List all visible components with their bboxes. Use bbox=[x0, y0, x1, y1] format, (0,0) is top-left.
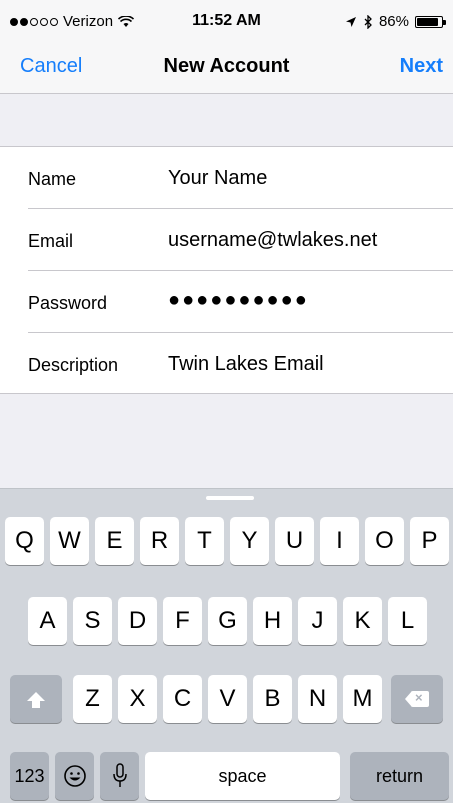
key-g[interactable]: G bbox=[208, 597, 247, 645]
key-i[interactable]: I bbox=[320, 517, 359, 565]
email-label: Email bbox=[28, 231, 74, 251]
key-p[interactable]: P bbox=[410, 517, 449, 565]
space-key[interactable]: space bbox=[145, 752, 340, 800]
status-right: 86% bbox=[345, 13, 446, 30]
key-z[interactable]: Z bbox=[73, 675, 112, 723]
key-u[interactable]: U bbox=[275, 517, 314, 565]
bluetooth-icon bbox=[364, 14, 372, 29]
keyboard: Q W E R T Y U I O P A S D F G H J K L Z … bbox=[0, 488, 453, 803]
key-h[interactable]: H bbox=[253, 597, 292, 645]
password-label: Password bbox=[28, 293, 108, 313]
navigation-bar: Cancel New Account Next bbox=[0, 40, 453, 94]
key-k[interactable]: K bbox=[343, 597, 382, 645]
key-t[interactable]: T bbox=[185, 517, 224, 565]
dictation-key[interactable] bbox=[100, 752, 139, 800]
shift-key[interactable] bbox=[10, 675, 62, 723]
description-field[interactable]: Twin Lakes Email bbox=[168, 353, 443, 376]
return-key[interactable]: return bbox=[350, 752, 449, 800]
key-b[interactable]: B bbox=[253, 675, 292, 723]
key-m[interactable]: M bbox=[343, 675, 382, 723]
battery-icon bbox=[415, 15, 446, 28]
account-form: Name Your Name Email username@twlakes.ne… bbox=[0, 146, 453, 394]
key-j[interactable]: J bbox=[298, 597, 337, 645]
key-r[interactable]: R bbox=[140, 517, 179, 565]
backspace-key[interactable]: × bbox=[391, 675, 443, 723]
key-s[interactable]: S bbox=[73, 597, 112, 645]
key-v[interactable]: V bbox=[208, 675, 247, 723]
form-row-password[interactable]: Password ●●●●●●●●●● bbox=[0, 271, 453, 333]
status-bar: Verizon 11:52 AM 86% bbox=[0, 0, 453, 40]
location-icon bbox=[345, 16, 356, 27]
emoji-icon bbox=[63, 765, 86, 787]
key-c[interactable]: C bbox=[163, 675, 202, 723]
key-y[interactable]: Y bbox=[230, 517, 269, 565]
key-l[interactable]: L bbox=[388, 597, 427, 645]
next-button[interactable]: Next bbox=[400, 55, 443, 78]
key-x[interactable]: X bbox=[118, 675, 157, 723]
key-n[interactable]: N bbox=[298, 675, 337, 723]
emoji-key[interactable] bbox=[55, 752, 94, 800]
name-label: Name bbox=[28, 169, 77, 189]
keyboard-handle[interactable] bbox=[206, 496, 254, 500]
key-e[interactable]: E bbox=[95, 517, 134, 565]
key-o[interactable]: O bbox=[365, 517, 404, 565]
key-f[interactable]: F bbox=[163, 597, 202, 645]
form-row-name[interactable]: Name Your Name bbox=[0, 147, 453, 209]
numbers-key[interactable]: 123 bbox=[10, 752, 49, 800]
microphone-icon bbox=[112, 763, 127, 787]
key-q[interactable]: Q bbox=[5, 517, 44, 565]
form-row-description[interactable]: Description Twin Lakes Email bbox=[0, 333, 453, 395]
backspace-icon: × bbox=[405, 690, 429, 707]
form-row-email[interactable]: Email username@twlakes.net bbox=[0, 209, 453, 271]
page-title: New Account bbox=[163, 55, 290, 77]
password-field[interactable]: ●●●●●●●●●● bbox=[168, 289, 443, 312]
name-field[interactable]: Your Name bbox=[168, 167, 443, 190]
key-w[interactable]: W bbox=[50, 517, 89, 565]
key-d[interactable]: D bbox=[118, 597, 157, 645]
shift-arrow-icon bbox=[27, 691, 45, 708]
key-a[interactable]: A bbox=[28, 597, 67, 645]
description-label: Description bbox=[28, 355, 119, 375]
email-field[interactable]: username@twlakes.net bbox=[168, 229, 443, 252]
battery-percent: 86% bbox=[378, 13, 409, 30]
